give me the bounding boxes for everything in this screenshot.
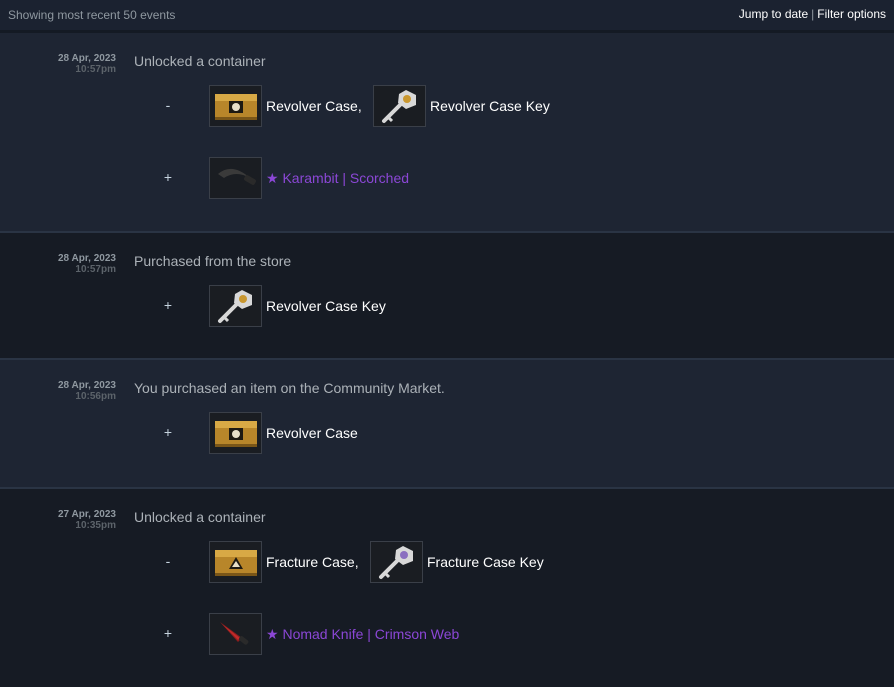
- case-icon: [209, 412, 262, 454]
- history-item[interactable]: Fracture Case Key: [370, 541, 544, 583]
- link-separator: |: [811, 7, 815, 21]
- history-header: Showing most recent 50 events Jump to da…: [0, 0, 894, 33]
- history-item[interactable]: Fracture Case,: [209, 541, 359, 583]
- knife-icon: [209, 613, 262, 655]
- showing-count-label: Showing most recent 50 events: [8, 8, 176, 22]
- item-name: Revolver Case Key: [430, 98, 550, 114]
- case-icon: [209, 85, 262, 127]
- item-name: Revolver Case,: [266, 98, 362, 114]
- history-item[interactable]: ★ Karambit | Scorched: [209, 157, 409, 199]
- event-date-time: 10:35pm: [75, 520, 116, 531]
- event-date-day: 28 Apr, 2023: [57, 380, 116, 391]
- event-date-time: 10:56pm: [75, 391, 116, 402]
- history-item[interactable]: Revolver Case Key: [373, 85, 550, 127]
- minus-sign: -: [165, 553, 171, 569]
- item-name-text: Karambit | Scorched: [282, 169, 410, 186]
- event-date: 28 Apr, 2023 10:57pm: [0, 53, 116, 75]
- event-date-time: 10:57pm: [75, 264, 116, 275]
- history-item[interactable]: ★ Nomad Knife | Crimson Web: [209, 613, 459, 655]
- filter-options-link[interactable]: Filter options: [817, 7, 886, 21]
- history-item[interactable]: Revolver Case,: [209, 85, 362, 127]
- star-icon: ★: [266, 625, 279, 642]
- history-item[interactable]: Revolver Case Key: [209, 285, 386, 327]
- star-icon: ★: [266, 169, 279, 186]
- history-event: 27 Apr, 2023 10:35pm Unlocked a containe…: [0, 489, 894, 687]
- event-date-time: 10:57pm: [75, 64, 116, 75]
- plus-sign: +: [163, 169, 173, 185]
- key-icon: [373, 85, 426, 127]
- event-date: 28 Apr, 2023 10:57pm: [0, 253, 116, 275]
- knife-icon: [209, 157, 262, 199]
- item-name: Revolver Case: [266, 425, 358, 441]
- event-description: You purchased an item on the Community M…: [134, 380, 445, 396]
- history-event: 28 Apr, 2023 10:57pm Purchased from the …: [0, 233, 894, 360]
- event-date: 28 Apr, 2023 10:56pm: [0, 380, 116, 402]
- history-event: 28 Apr, 2023 10:57pm Unlocked a containe…: [0, 33, 894, 233]
- plus-sign: +: [163, 297, 173, 313]
- event-description: Unlocked a container: [134, 53, 266, 69]
- item-name: ★ Nomad Knife | Crimson Web: [266, 626, 459, 643]
- event-date-day: 28 Apr, 2023: [57, 253, 116, 264]
- event-description: Unlocked a container: [134, 509, 266, 525]
- history-event: 28 Apr, 2023 10:56pm You purchased an it…: [0, 360, 894, 489]
- minus-sign: -: [165, 97, 171, 113]
- key-icon: [209, 285, 262, 327]
- item-name: ★ Karambit | Scorched: [266, 170, 409, 187]
- item-name: Fracture Case,: [266, 554, 359, 570]
- key-icon: [370, 541, 423, 583]
- item-name: Revolver Case Key: [266, 298, 386, 314]
- item-name-text: Nomad Knife | Crimson Web: [282, 625, 460, 642]
- history-item[interactable]: Revolver Case: [209, 412, 358, 454]
- case-icon: [209, 541, 262, 583]
- plus-sign: +: [163, 424, 173, 440]
- event-description: Purchased from the store: [134, 253, 292, 269]
- plus-sign: +: [163, 625, 173, 641]
- item-name: Fracture Case Key: [427, 554, 544, 570]
- jump-to-date-link[interactable]: Jump to date: [739, 7, 808, 21]
- event-date: 27 Apr, 2023 10:35pm: [0, 509, 116, 531]
- event-date-day: 28 Apr, 2023: [57, 53, 116, 64]
- header-links: Jump to date | Filter options: [739, 7, 886, 21]
- event-date-day: 27 Apr, 2023: [57, 509, 116, 520]
